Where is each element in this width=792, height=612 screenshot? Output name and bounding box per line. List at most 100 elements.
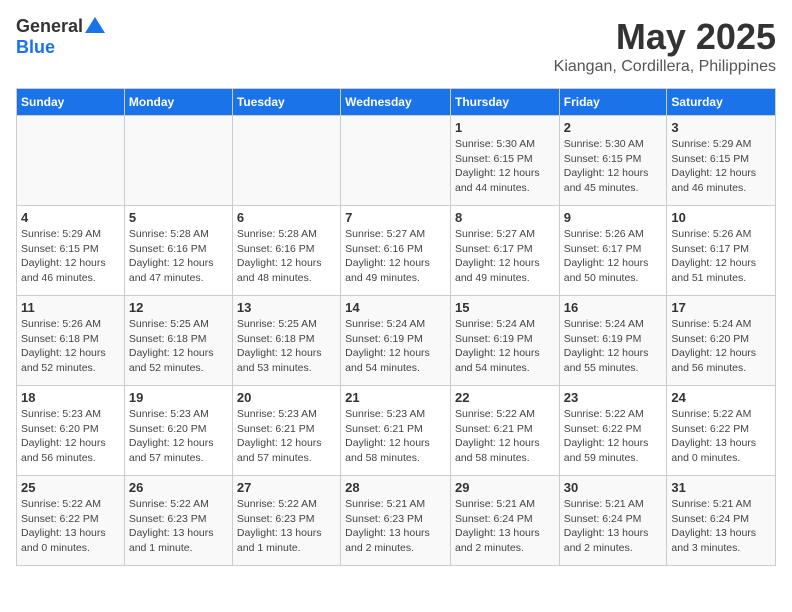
day-number: 1 (455, 120, 555, 135)
day-number: 10 (671, 210, 771, 225)
calendar-cell: 5 Sunrise: 5:28 AMSunset: 6:16 PMDaylight… (124, 206, 232, 296)
day-number: 25 (21, 480, 120, 495)
day-number: 22 (455, 390, 555, 405)
calendar-cell: 18 Sunrise: 5:23 AMSunset: 6:20 PMDayligh… (17, 386, 125, 476)
day-info: Sunrise: 5:22 AMSunset: 6:22 PMDaylight:… (564, 407, 663, 466)
logo-blue-text: Blue (16, 37, 55, 58)
day-number: 19 (129, 390, 228, 405)
calendar-cell (17, 116, 125, 206)
day-number: 18 (21, 390, 120, 405)
day-number: 6 (237, 210, 336, 225)
logo-triangle-icon (85, 17, 105, 33)
day-info: Sunrise: 5:24 AMSunset: 6:19 PMDaylight:… (345, 317, 446, 376)
day-info: Sunrise: 5:22 AMSunset: 6:23 PMDaylight:… (129, 497, 228, 556)
day-info: Sunrise: 5:29 AMSunset: 6:15 PMDaylight:… (671, 137, 771, 196)
calendar-cell: 11Sunrise: 5:26 AMSunset: 6:18 PMDayligh… (17, 296, 125, 386)
day-number: 2 (564, 120, 663, 135)
day-info: Sunrise: 5:26 AMSunset: 6:17 PMDaylight:… (671, 227, 771, 286)
calendar-cell: 4 Sunrise: 5:29 AMSunset: 6:15 PMDaylight… (17, 206, 125, 296)
day-number: 5 (129, 210, 228, 225)
calendar-cell: 10 Sunrise: 5:26 AMSunset: 6:17 PMDayligh… (667, 206, 776, 296)
calendar-cell: 14Sunrise: 5:24 AMSunset: 6:19 PMDayligh… (341, 296, 451, 386)
day-number: 30 (564, 480, 663, 495)
day-info: Sunrise: 5:29 AMSunset: 6:15 PMDaylight:… (21, 227, 120, 286)
calendar-cell: 23 Sunrise: 5:22 AMSunset: 6:22 PMDayligh… (559, 386, 667, 476)
day-info: Sunrise: 5:28 AMSunset: 6:16 PMDaylight:… (237, 227, 336, 286)
page-header: General Blue May 2025 Kiangan, Cordiller… (16, 16, 776, 76)
day-number: 3 (671, 120, 771, 135)
day-info: Sunrise: 5:30 AMSunset: 6:15 PMDaylight:… (455, 137, 555, 196)
day-number: 4 (21, 210, 120, 225)
day-info: Sunrise: 5:26 AMSunset: 6:17 PMDaylight:… (564, 227, 663, 286)
calendar-cell: 15Sunrise: 5:24 AMSunset: 6:19 PMDayligh… (450, 296, 559, 386)
day-number: 17 (671, 300, 771, 315)
day-header-monday: Monday (124, 89, 232, 116)
day-info: Sunrise: 5:21 AMSunset: 6:24 PMDaylight:… (671, 497, 771, 556)
day-number: 31 (671, 480, 771, 495)
logo-general-text: General (16, 16, 83, 37)
day-info: Sunrise: 5:22 AMSunset: 6:23 PMDaylight:… (237, 497, 336, 556)
calendar-cell: 30 Sunrise: 5:21 AMSunset: 6:24 PMDayligh… (559, 476, 667, 566)
day-info: Sunrise: 5:22 AMSunset: 6:22 PMDaylight:… (21, 497, 120, 556)
calendar-cell (341, 116, 451, 206)
calendar-cell: 29Sunrise: 5:21 AMSunset: 6:24 PMDayligh… (450, 476, 559, 566)
calendar-cell: 8 Sunrise: 5:27 AMSunset: 6:17 PMDaylight… (450, 206, 559, 296)
calendar-cell: 17Sunrise: 5:24 AMSunset: 6:20 PMDayligh… (667, 296, 776, 386)
calendar-cell: 22 Sunrise: 5:22 AMSunset: 6:21 PMDayligh… (450, 386, 559, 476)
day-number: 23 (564, 390, 663, 405)
day-number: 26 (129, 480, 228, 495)
day-number: 24 (671, 390, 771, 405)
week-row-1: 1 Sunrise: 5:30 AMSunset: 6:15 PMDaylight… (17, 116, 776, 206)
calendar-cell: 3 Sunrise: 5:29 AMSunset: 6:15 PMDaylight… (667, 116, 776, 206)
day-info: Sunrise: 5:22 AMSunset: 6:21 PMDaylight:… (455, 407, 555, 466)
day-info: Sunrise: 5:23 AMSunset: 6:20 PMDaylight:… (129, 407, 228, 466)
day-number: 7 (345, 210, 446, 225)
day-number: 21 (345, 390, 446, 405)
title-section: May 2025 Kiangan, Cordillera, Philippine… (554, 16, 776, 76)
day-number: 15 (455, 300, 555, 315)
days-header-row: SundayMondayTuesdayWednesdayThursdayFrid… (17, 89, 776, 116)
calendar-cell: 7Sunrise: 5:27 AMSunset: 6:16 PMDaylight… (341, 206, 451, 296)
day-header-wednesday: Wednesday (341, 89, 451, 116)
calendar-cell: 12 Sunrise: 5:25 AMSunset: 6:18 PMDayligh… (124, 296, 232, 386)
week-row-3: 11Sunrise: 5:26 AMSunset: 6:18 PMDayligh… (17, 296, 776, 386)
day-info: Sunrise: 5:21 AMSunset: 6:24 PMDaylight:… (564, 497, 663, 556)
day-info: Sunrise: 5:25 AMSunset: 6:18 PMDaylight:… (237, 317, 336, 376)
calendar-cell: 31 Sunrise: 5:21 AMSunset: 6:24 PMDayligh… (667, 476, 776, 566)
calendar-cell (232, 116, 340, 206)
week-row-4: 18 Sunrise: 5:23 AMSunset: 6:20 PMDayligh… (17, 386, 776, 476)
day-info: Sunrise: 5:24 AMSunset: 6:19 PMDaylight:… (564, 317, 663, 376)
calendar-cell: 16Sunrise: 5:24 AMSunset: 6:19 PMDayligh… (559, 296, 667, 386)
week-row-2: 4 Sunrise: 5:29 AMSunset: 6:15 PMDaylight… (17, 206, 776, 296)
day-header-tuesday: Tuesday (232, 89, 340, 116)
calendar-cell: 27Sunrise: 5:22 AMSunset: 6:23 PMDayligh… (232, 476, 340, 566)
day-number: 29 (455, 480, 555, 495)
day-info: Sunrise: 5:23 AMSunset: 6:21 PMDaylight:… (345, 407, 446, 466)
day-header-saturday: Saturday (667, 89, 776, 116)
day-number: 8 (455, 210, 555, 225)
day-number: 9 (564, 210, 663, 225)
day-info: Sunrise: 5:25 AMSunset: 6:18 PMDaylight:… (129, 317, 228, 376)
calendar-cell: 2Sunrise: 5:30 AMSunset: 6:15 PMDaylight… (559, 116, 667, 206)
day-info: Sunrise: 5:23 AMSunset: 6:20 PMDaylight:… (21, 407, 120, 466)
day-number: 12 (129, 300, 228, 315)
calendar-cell: 20 Sunrise: 5:23 AMSunset: 6:21 PMDayligh… (232, 386, 340, 476)
day-number: 20 (237, 390, 336, 405)
calendar-cell: 9 Sunrise: 5:26 AMSunset: 6:17 PMDaylight… (559, 206, 667, 296)
logo: General Blue (16, 16, 105, 58)
calendar-cell: 26 Sunrise: 5:22 AMSunset: 6:23 PMDayligh… (124, 476, 232, 566)
day-info: Sunrise: 5:27 AMSunset: 6:17 PMDaylight:… (455, 227, 555, 286)
calendar-table: SundayMondayTuesdayWednesdayThursdayFrid… (16, 88, 776, 566)
calendar-cell: 24 Sunrise: 5:22 AMSunset: 6:22 PMDayligh… (667, 386, 776, 476)
calendar-cell: 1 Sunrise: 5:30 AMSunset: 6:15 PMDaylight… (450, 116, 559, 206)
day-header-friday: Friday (559, 89, 667, 116)
calendar-cell: 28Sunrise: 5:21 AMSunset: 6:23 PMDayligh… (341, 476, 451, 566)
day-number: 11 (21, 300, 120, 315)
day-info: Sunrise: 5:22 AMSunset: 6:22 PMDaylight:… (671, 407, 771, 466)
day-info: Sunrise: 5:23 AMSunset: 6:21 PMDaylight:… (237, 407, 336, 466)
month-title: May 2025 (554, 16, 776, 58)
calendar-cell (124, 116, 232, 206)
day-info: Sunrise: 5:28 AMSunset: 6:16 PMDaylight:… (129, 227, 228, 286)
calendar-cell: 19 Sunrise: 5:23 AMSunset: 6:20 PMDayligh… (124, 386, 232, 476)
week-row-5: 25 Sunrise: 5:22 AMSunset: 6:22 PMDayligh… (17, 476, 776, 566)
